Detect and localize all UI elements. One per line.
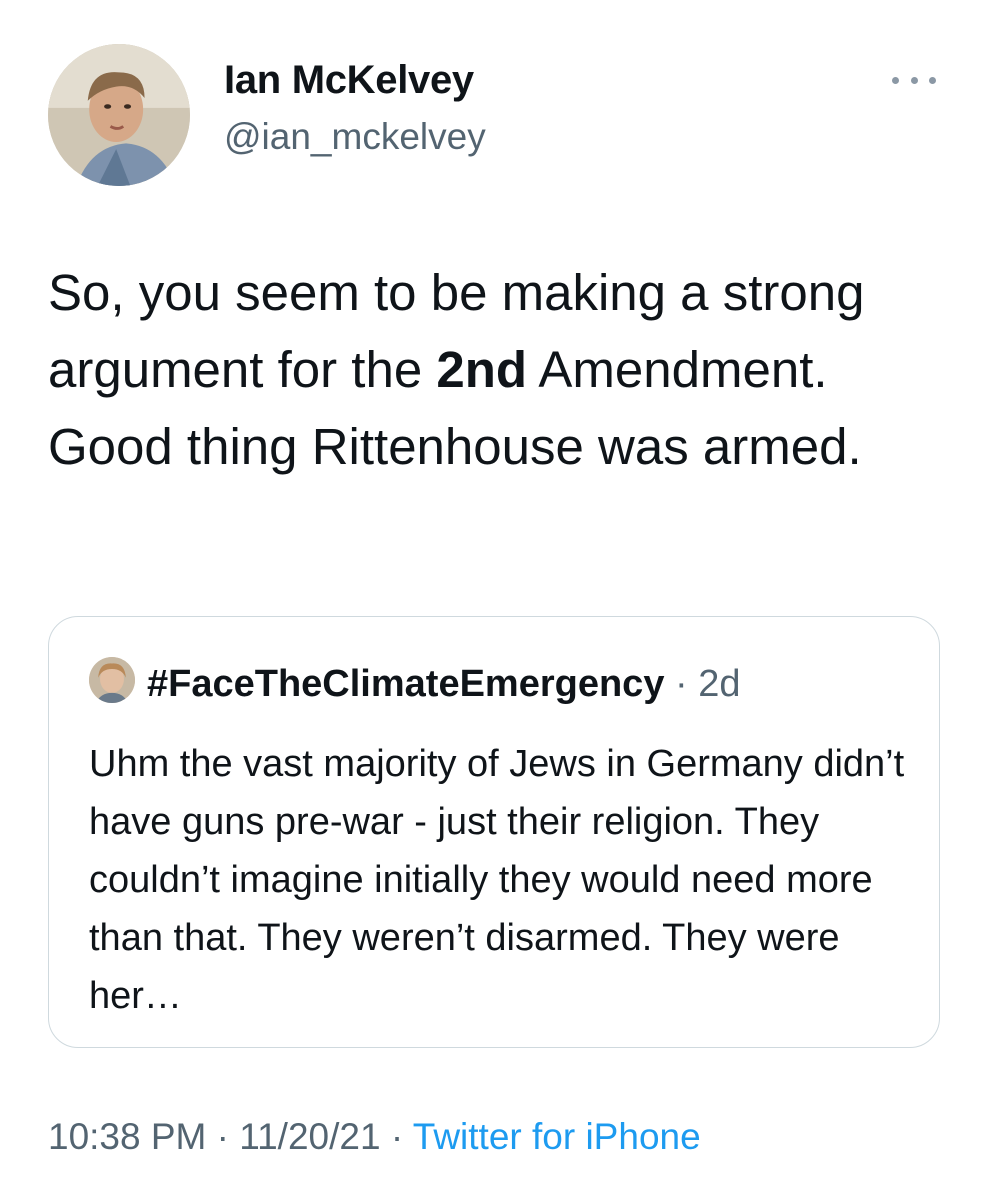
tweet-text-bold: 2nd <box>436 341 528 398</box>
quoted-header: #FaceTheClimateEmergency · 2d <box>147 661 741 707</box>
tweet-text: So, you seem to be making a strong argum… <box>48 254 948 485</box>
footer-separator: · <box>206 1116 240 1157</box>
more-options-icon[interactable] <box>892 60 936 100</box>
quoted-text: Uhm the vast majority of Jews in Germany… <box>89 743 905 1017</box>
more-dot <box>892 76 899 84</box>
tweet-footer: 10:38 PM · 11/20/21 · Twitter for iPhone <box>48 1116 701 1158</box>
quoted-tweet[interactable]: #FaceTheClimateEmergency · 2d Uhm the va… <box>48 616 940 1048</box>
author-avatar[interactable] <box>48 44 190 186</box>
quoted-author-avatar <box>89 657 135 703</box>
footer-separator: · <box>380 1116 413 1157</box>
quoted-separator: · <box>664 663 699 705</box>
more-dot <box>929 76 936 84</box>
tweet-date[interactable]: 11/20/21 <box>239 1116 380 1157</box>
quoted-author-name[interactable]: #FaceTheClimateEmergency <box>147 663 664 705</box>
more-dot <box>910 76 918 84</box>
tweet-source-link[interactable]: Twitter for iPhone <box>413 1116 701 1157</box>
quoted-avatar-image <box>89 657 135 703</box>
tweet: Ian McKelvey @ian_mckelvey So, you seem … <box>0 0 990 1200</box>
quoted-timestamp[interactable]: 2d <box>698 663 740 705</box>
author-avatar-image <box>48 44 190 186</box>
author-handle[interactable]: @ian_mckelvey <box>224 116 486 158</box>
author-name[interactable]: Ian McKelvey <box>224 58 474 103</box>
tweet-time[interactable]: 10:38 PM <box>48 1116 206 1157</box>
